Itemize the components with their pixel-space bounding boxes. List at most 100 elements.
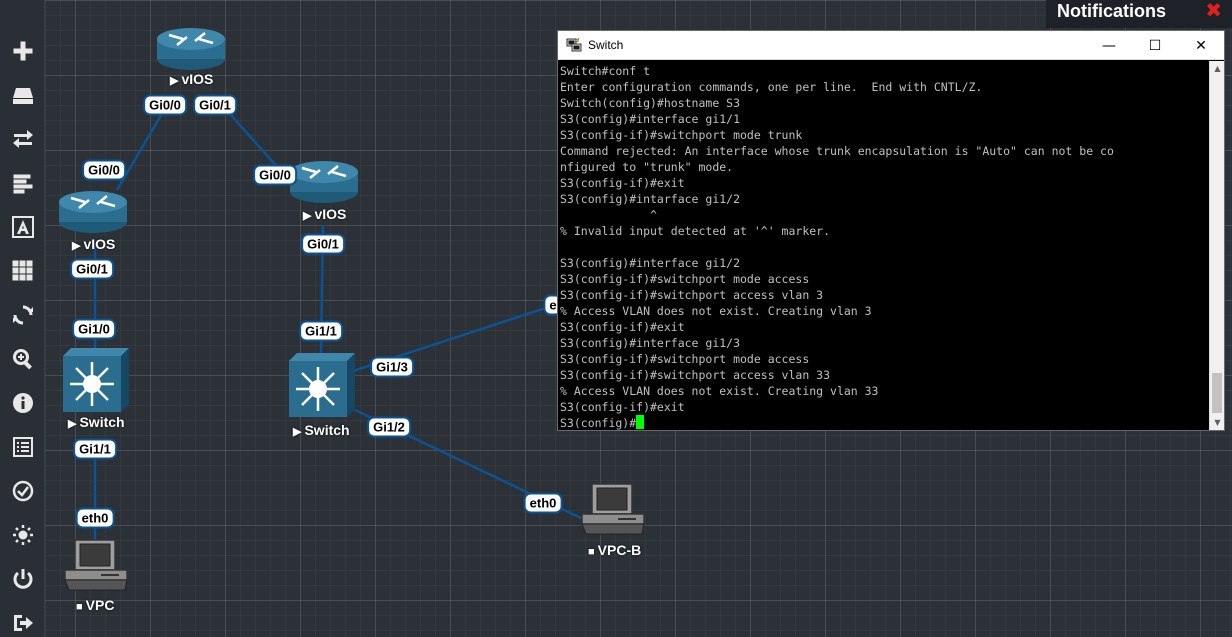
terminal-line: S3(config-if)#switchport mode access (560, 352, 810, 366)
refresh-icon (12, 305, 33, 325)
terminal-line: S3(config-if)#switchport access vlan 33 (560, 368, 831, 382)
terminal-line: S3(config-if)#exit (560, 176, 685, 190)
close-icon[interactable]: ✖ (1205, 0, 1222, 22)
router-icon (59, 191, 127, 233)
port-label: eth0 (523, 492, 563, 514)
power-icon (13, 569, 32, 589)
node-label-vpc: ■ VPC (76, 597, 115, 613)
minimize-button[interactable]: — (1086, 31, 1132, 60)
terminal-line: nfigured to "trunk" mode. (560, 160, 734, 174)
port-label: Gi1/1 (73, 438, 117, 460)
terminal-prompt-line: S3(config)# (560, 415, 1209, 430)
window-titlebar[interactable]: Switch — ☐ ✕ (558, 31, 1224, 60)
notifications-panel: Notifications ✖ (1046, 0, 1232, 28)
node-label-vpc-b: ■ VPC-B (588, 542, 642, 558)
zoom-button[interactable] (0, 337, 45, 381)
validate-button[interactable] (0, 469, 45, 513)
terminal-line: S3(config-if)#switchport mode trunk (560, 128, 803, 142)
port-label: Gi0/1 (301, 233, 345, 255)
terminal-text: Switch#conf t Enter configuration command… (560, 63, 1209, 430)
terminal-line: S3(config-if)#switchport access vlan 3 (560, 288, 824, 302)
lab-details-button[interactable] (0, 425, 45, 469)
sun-icon (12, 525, 33, 545)
terminal-line: % Access VLAN does not exist. Creating v… (560, 384, 879, 398)
terminal-window[interactable]: Switch — ☐ ✕ Switch#conf t Enter configur… (557, 30, 1225, 431)
terminal-line: S3(config)#interface gi1/2 (560, 256, 741, 270)
pc-vpc-b[interactable] (580, 482, 648, 542)
drive-icon (12, 88, 33, 104)
pc-icon (64, 539, 128, 591)
terminal-line: S3(config)#interface gi1/1 (560, 112, 741, 126)
settings-button[interactable] (0, 513, 45, 557)
terminal-line: % Access VLAN does not exist. Creating v… (560, 304, 872, 318)
plus-icon (13, 41, 32, 61)
node-label-switch-mid: ▶ Switch (293, 422, 350, 438)
scrollbar-thumb[interactable] (1212, 373, 1222, 413)
port-label: Gi0/0 (253, 164, 297, 186)
node-label-vios-top: ▶ vIOS (170, 71, 214, 87)
scroll-down-arrow[interactable]: ▼ (1210, 415, 1225, 430)
scrollbar[interactable]: ▲ ▼ (1209, 61, 1224, 430)
port-label: Gi0/0 (143, 94, 187, 116)
port-label: Gi0/1 (70, 258, 114, 280)
logout-button[interactable] (0, 601, 45, 637)
port-label: Gi1/2 (367, 416, 411, 438)
terminal-cursor (636, 415, 645, 429)
connections-button[interactable] (0, 117, 45, 161)
notifications-title: Notifications (1057, 1, 1167, 21)
window-title: Switch (588, 38, 624, 52)
refresh-button[interactable] (0, 293, 45, 337)
zoom-in-icon (12, 349, 32, 370)
terminal-line: Switch(config)#hostname S3 (560, 96, 741, 110)
align-left-icon (13, 174, 32, 194)
pc-icon (581, 483, 645, 535)
terminal-prompt: S3(config)# (560, 416, 637, 430)
add-node-button[interactable] (0, 29, 45, 73)
terminal-line: Switch#conf t (560, 64, 651, 78)
port-label: Gi0/1 (193, 94, 237, 116)
text-objects-button[interactable] (0, 161, 45, 205)
router-vios-top[interactable] (155, 25, 227, 75)
port-label: Gi1/0 (72, 318, 116, 340)
terminal-line: Command rejected: An interface whose tru… (560, 144, 1114, 158)
router-icon (157, 28, 225, 70)
router-vios-left[interactable] (57, 188, 129, 238)
port-label: Gi1/1 (299, 320, 343, 342)
port-label: eth0 (75, 507, 115, 529)
close-button[interactable]: ✕ (1178, 31, 1224, 60)
sidebar (0, 0, 45, 637)
terminal-line: S3(config)#intarface gi1/2 (560, 192, 741, 206)
info-icon (12, 393, 33, 413)
terminal-line: S3(config)#interface gi1/3 (560, 336, 741, 350)
putty-icon (566, 37, 582, 52)
scroll-up-arrow[interactable]: ▲ (1210, 61, 1225, 76)
router-icon (290, 161, 358, 203)
node-label-switch-left: ▶ Switch (68, 414, 125, 430)
switch-mid[interactable] (287, 353, 357, 423)
node-label-vios-mid: ▶ vIOS (303, 206, 347, 222)
sign-out-icon (13, 615, 33, 631)
add-text-button[interactable] (0, 205, 45, 249)
terminal-line: S3(config-if)#exit (560, 320, 685, 334)
switch-icon (289, 353, 355, 417)
grid-button[interactable] (0, 249, 45, 293)
terminal-line: ^ (560, 208, 657, 222)
terminal-output[interactable]: Switch#conf t Enter configuration command… (558, 61, 1209, 430)
images-button[interactable] (0, 73, 45, 117)
maximize-button[interactable]: ☐ (1132, 31, 1178, 60)
pc-vpc[interactable] (63, 538, 131, 598)
switch-left[interactable] (61, 348, 131, 418)
text-a-icon (11, 216, 34, 238)
terminal-line: Enter configuration commands, one per li… (560, 80, 983, 94)
router-vios-mid[interactable] (288, 158, 360, 208)
list-icon (12, 437, 33, 457)
grid-icon (12, 260, 32, 281)
port-label: Gi1/3 (370, 356, 414, 378)
terminal-line: S3(config-if)#switchport mode access (560, 272, 810, 286)
node-label-vios-left: ▶ vIOS (72, 236, 116, 252)
terminal-line: % Invalid input detected at '^' marker. (560, 224, 831, 238)
status-button[interactable] (0, 381, 45, 425)
power-button[interactable] (0, 557, 45, 601)
switch-icon (63, 348, 129, 412)
